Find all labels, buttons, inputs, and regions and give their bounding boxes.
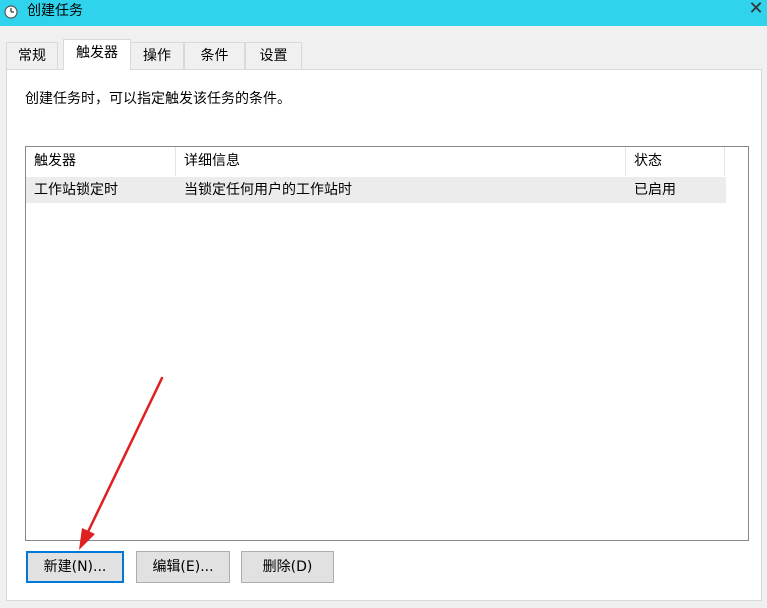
triggers-panel: 创建任务时，可以指定触发该任务的条件。 触发器 详细信息 状态 工作站锁定时 当…: [6, 69, 762, 601]
close-icon: ✕: [748, 0, 764, 19]
tab-actions[interactable]: 操作: [130, 42, 184, 69]
delete-button[interactable]: 删除(D): [241, 551, 334, 583]
tab-settings[interactable]: 设置: [245, 42, 302, 69]
close-button[interactable]: ✕: [745, 0, 767, 22]
tab-general[interactable]: 常规: [6, 42, 58, 69]
edit-button[interactable]: 编辑(E)...: [136, 551, 230, 583]
column-header-details[interactable]: 详细信息: [176, 147, 626, 176]
list-header: 触发器 详细信息 状态: [26, 147, 726, 176]
tab-triggers[interactable]: 触发器: [63, 39, 131, 70]
column-header-status[interactable]: 状态: [626, 147, 725, 176]
triggers-list[interactable]: 触发器 详细信息 状态 工作站锁定时 当锁定任何用户的工作站时 已启用: [25, 146, 749, 541]
new-button[interactable]: 新建(N)...: [26, 551, 124, 583]
clock-icon: [4, 5, 18, 19]
row-status-cell: 已启用: [634, 182, 676, 198]
row-trigger-cell: 工作站锁定时: [34, 182, 118, 198]
tab-conditions[interactable]: 条件: [184, 42, 245, 69]
title-bar: 创建任务 ✕: [0, 0, 767, 26]
table-row[interactable]: 工作站锁定时 当锁定任何用户的工作站时 已启用: [26, 177, 726, 203]
panel-description: 创建任务时，可以指定触发该任务的条件。: [25, 91, 291, 107]
window-title: 创建任务: [27, 3, 83, 19]
column-header-trigger[interactable]: 触发器: [26, 147, 176, 176]
row-details-cell: 当锁定任何用户的工作站时: [184, 182, 352, 198]
